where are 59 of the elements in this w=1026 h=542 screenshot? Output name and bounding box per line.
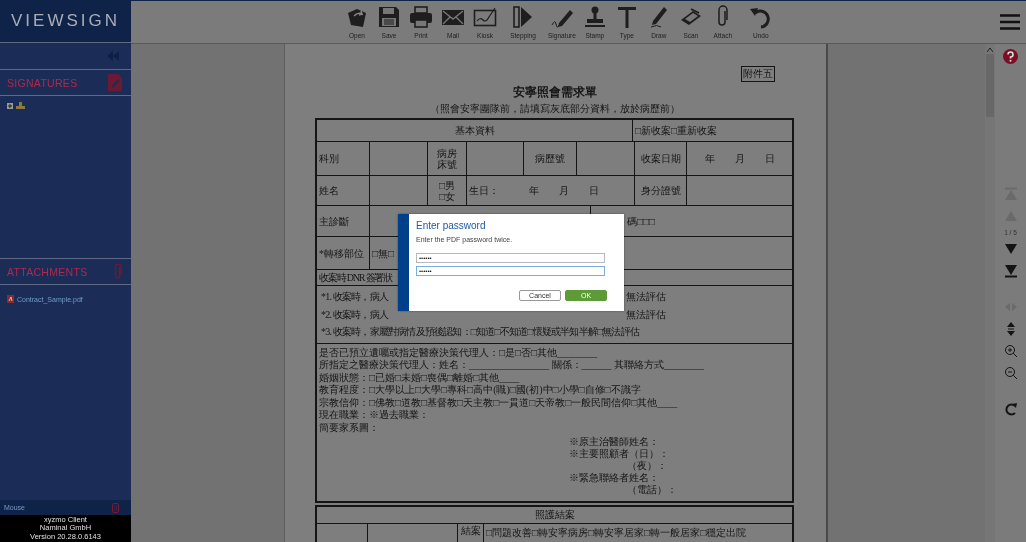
form-text: ※緊急聯絡者姓名：	[569, 472, 659, 484]
form-text: 教育程度：□大學以上□大學□專科□高中(職)□國(初)中□小學□自修□不識字	[319, 384, 641, 397]
scrollbar[interactable]	[985, 44, 995, 542]
undo-icon	[748, 5, 773, 29]
table-cell: 病歷號	[524, 142, 577, 175]
form-text: 宗教信仰：□佛教□道教□基督教□天主教□一貫道□天帝教□一般民間信仰□其他____	[319, 396, 678, 409]
menu-icon[interactable]	[1000, 14, 1020, 30]
form-text: 是否已預立遺囑或指定醫療決策代理人：□是□否□其他________	[319, 346, 598, 359]
table-cell: 生日： 年 月 日	[467, 176, 635, 205]
scroll-up-icon[interactable]	[987, 48, 993, 52]
viewsign-logo: VIEWSIGN	[11, 11, 120, 31]
form-text: 婚姻狀態：□已婚□未婚□喪偶□離婚□其他____	[319, 371, 520, 384]
pdf-file-icon	[7, 295, 14, 303]
screen-pen-icon	[473, 5, 497, 29]
table-header: 基本資料	[317, 120, 633, 141]
form-subtitle: （照會安寧團隊前，請填寫灰底部分資料，放於病歷前）	[429, 102, 681, 116]
table-cell: 科別	[317, 142, 370, 175]
form-text: *3. 收案時，家屬對病情及預後認知：□知道□不知道□懷疑或半知半解□無法評估	[321, 325, 639, 339]
table-cell: 收案日期	[635, 142, 687, 175]
rotate-icon[interactable]	[1003, 402, 1018, 416]
table-cell: □無□	[372, 247, 395, 259]
form-text: 現在職業：※過去職業：	[319, 409, 429, 422]
table-cell-text: □新收案□重新收案	[634, 124, 719, 138]
table-cell: □男□女	[428, 176, 467, 205]
last-page-icon[interactable]	[1003, 264, 1018, 278]
form-text: 簡要家系圖：	[319, 421, 379, 434]
table-cell: *轉移部位	[317, 237, 370, 269]
next-page-icon[interactable]	[1003, 242, 1018, 256]
table-cell: 碼□□□	[627, 215, 656, 227]
annex-label: 附件五	[741, 66, 775, 82]
section-title: ATTACHMENTS	[7, 265, 88, 278]
help-icon[interactable]	[1003, 49, 1018, 64]
table-cell: 身分證號	[635, 176, 687, 205]
section-title: SIGNATURES	[7, 76, 78, 89]
form-title: 安寧照會需求單	[512, 84, 598, 101]
table-cell: 病房床號	[428, 142, 467, 175]
stamp-icon[interactable]	[16, 102, 25, 110]
form-text: *2. 收案時，病人	[321, 307, 388, 321]
paperclip-icon[interactable]	[113, 263, 122, 280]
table-cell: 姓名	[317, 176, 370, 205]
table-cell-text: 年 月 日	[703, 152, 776, 166]
paperclip-icon	[717, 5, 728, 29]
form-text: *1. 收案時，病人	[321, 290, 388, 304]
zoom-in-icon[interactable]	[1003, 344, 1018, 358]
form-text: 所指定之醫療決策代理人：姓名：________________ 關係：______ 其聯絡方式________	[319, 359, 704, 372]
dialog-title: Enter password	[416, 220, 487, 231]
printer-icon	[409, 5, 433, 29]
form-text: （電話）：	[626, 484, 677, 496]
table-cell: 結案	[458, 523, 484, 542]
form-text: 無法評估	[626, 307, 666, 321]
form-text: ※主要照顧者（日）：	[569, 448, 669, 460]
zoom-out-icon[interactable]	[1003, 366, 1018, 380]
table-cell: 主診斷	[317, 206, 370, 236]
expand-icon[interactable]	[7, 103, 13, 109]
form-text: 無法評估	[626, 290, 666, 304]
table-header: 照護結案	[317, 506, 792, 524]
form-text: ※原主治醫師姓名：	[569, 436, 659, 448]
stamp-icon	[582, 5, 607, 29]
form-text: （夜）：	[626, 460, 667, 472]
